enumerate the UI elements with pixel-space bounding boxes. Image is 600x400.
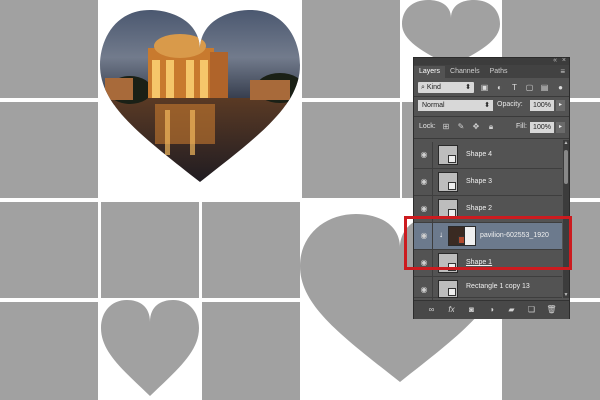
shape-filter-icon[interactable]: ▢ <box>525 83 534 92</box>
new-layer-icon[interactable]: ❏ <box>526 304 537 315</box>
kind-filter-dropdown[interactable]: ⌕ Kind ⬍ <box>418 82 474 93</box>
divider <box>414 96 569 97</box>
image-filter-icon[interactable]: ▣ <box>480 83 489 92</box>
layer-thumbnail <box>438 172 458 192</box>
folder-icon[interactable]: ▰ <box>506 304 517 315</box>
scrollbar-thumb[interactable] <box>564 150 568 184</box>
divider <box>432 169 433 196</box>
canvas-tile <box>0 302 98 400</box>
blend-mode-select[interactable]: Normal ⬍ <box>418 100 493 111</box>
canvas-tile <box>202 202 300 298</box>
opacity-input[interactable]: 100% <box>530 100 554 111</box>
scroll-down-icon[interactable]: ▼ <box>563 292 569 298</box>
layer-row-rectangle-copy-13[interactable]: ◉ Rectangle 1 copy 13 <box>414 277 562 304</box>
layer-name: Shape 3 <box>466 178 493 185</box>
fill-input[interactable]: 100% <box>530 122 554 133</box>
divider <box>432 142 433 169</box>
canvas-tile <box>202 302 300 400</box>
mask-icon[interactable]: ◙ <box>466 304 477 315</box>
eye-icon[interactable]: ◉ <box>418 177 430 187</box>
tab-paths[interactable]: Paths <box>485 66 513 78</box>
layer-filter-row: ⌕ Kind ⬍ ▣ ◐ T ▢ ▤ ● <box>414 80 569 96</box>
layer-thumbnail <box>438 145 458 165</box>
tab-channels[interactable]: Channels <box>445 66 485 78</box>
layer-name: Rectangle 1 copy 13 <box>466 283 530 290</box>
kind-filter-label: Kind <box>426 84 441 91</box>
chevron-down-icon: ⬍ <box>465 84 471 91</box>
chevron-down-icon: ⬍ <box>484 102 490 109</box>
lock-image-icon[interactable]: ✎ <box>456 122 466 132</box>
blend-mode-value: Normal <box>422 102 445 109</box>
panel-title-strip: « × <box>414 57 569 65</box>
trash-icon[interactable]: 🗑︎ <box>546 304 557 315</box>
vector-mask-icon <box>448 182 456 190</box>
layer-row-shape-4[interactable]: ◉ Shape 4 <box>414 142 562 169</box>
filter-toggle-icon[interactable]: ● <box>556 83 565 92</box>
fill-label: Fill: <box>516 123 527 130</box>
vector-mask-icon <box>448 288 456 296</box>
lock-position-icon[interactable]: ✥ <box>471 122 481 132</box>
layer-thumbnail <box>438 280 458 298</box>
lock-all-icon[interactable]: 🔒︎ <box>486 122 496 132</box>
divider <box>414 116 569 117</box>
link-icon[interactable]: ∞ <box>426 304 437 315</box>
layers-bottom-toolbar: ∞ fx ◙ ◑ ▰ ❏ 🗑︎ <box>414 300 569 319</box>
layers-panel: « × Layers Channels Paths ≡ ⌕ Kind ⬍ ▣ ◐… <box>413 57 570 319</box>
vector-mask-icon <box>448 155 456 163</box>
heart-photo-shape <box>100 10 300 182</box>
eye-icon[interactable]: ◉ <box>418 150 430 160</box>
smart-object-filter-icon[interactable]: ▤ <box>540 83 549 92</box>
lock-label: Lock: <box>419 123 436 130</box>
panel-menu-icon[interactable]: ≡ <box>560 67 565 76</box>
blend-row: Normal ⬍ Opacity: 100% ▸ <box>414 98 569 113</box>
highlight-annotation-box <box>404 216 572 270</box>
type-filter-icon[interactable]: T <box>510 83 519 92</box>
canvas-tile <box>302 0 400 98</box>
divider <box>414 138 569 139</box>
panel-tabs: Layers Channels Paths ≡ <box>414 65 569 78</box>
canvas-tile <box>101 202 199 298</box>
eye-icon[interactable]: ◉ <box>418 285 430 295</box>
layer-row-shape-3[interactable]: ◉ Shape 3 <box>414 169 562 196</box>
fx-icon[interactable]: fx <box>446 304 457 315</box>
adjustment-filter-icon[interactable]: ◐ <box>495 83 504 92</box>
scroll-up-icon[interactable]: ▲ <box>563 140 569 146</box>
eye-icon[interactable]: ◉ <box>418 204 430 214</box>
collapse-icon[interactable]: « <box>553 57 557 64</box>
layer-name: Shape 2 <box>466 205 493 212</box>
opacity-dropdown-button[interactable]: ▸ <box>556 100 565 111</box>
heart-shape-bottom <box>101 300 199 396</box>
close-icon[interactable]: × <box>562 57 566 64</box>
canvas-tile <box>302 102 400 198</box>
canvas-tile <box>0 202 98 298</box>
lock-transparent-icon[interactable]: ⊞ <box>441 122 451 132</box>
opacity-label: Opacity: <box>497 101 523 108</box>
fill-dropdown-button[interactable]: ▸ <box>556 122 565 133</box>
tab-layers[interactable]: Layers <box>414 66 446 78</box>
canvas-tile <box>0 102 98 198</box>
lock-row: Lock: ⊞ ✎ ✥ 🔒︎ Fill: 100% ▸ <box>414 120 569 134</box>
canvas-tile <box>0 0 98 98</box>
adjustment-icon[interactable]: ◑ <box>486 304 497 315</box>
layer-name: Shape 4 <box>466 151 493 158</box>
